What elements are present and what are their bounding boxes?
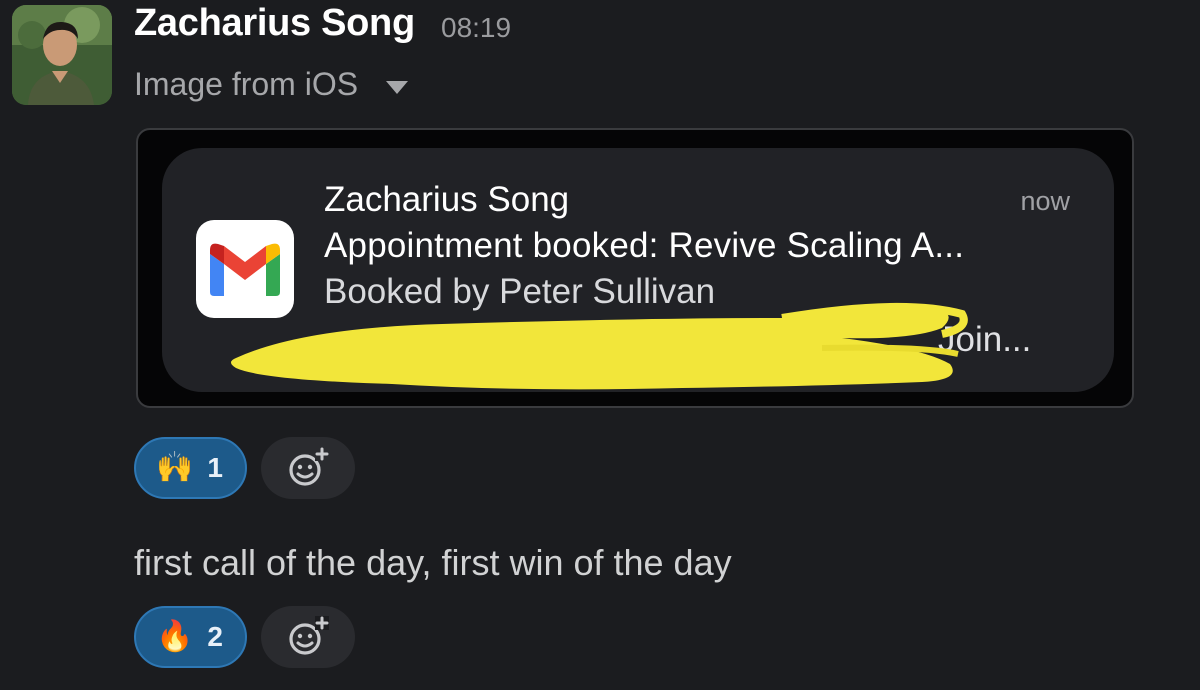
message-view: Zacharius Song 08:19 Image from iOS Zach…	[0, 0, 1200, 690]
add-reaction-button[interactable]	[260, 437, 355, 499]
sender-name[interactable]: Zacharius Song	[134, 2, 415, 45]
file-title: Image from iOS	[134, 66, 359, 102]
redaction-scribble	[231, 302, 968, 390]
image-reactions: 🙌 1	[134, 437, 355, 499]
avatar[interactable]	[12, 5, 112, 105]
notification-sender: Zacharius Song	[324, 180, 570, 219]
add-emoji-icon	[289, 616, 329, 655]
notification-subject: Appointment booked: Revive Scaling A...	[324, 226, 965, 265]
message-timestamp[interactable]: 08:19	[441, 12, 511, 44]
message-reactions: 🔥 2	[134, 606, 355, 668]
raised-hands-icon: 🙌	[156, 451, 194, 484]
avatar-photo	[12, 5, 112, 105]
image-attachment[interactable]: Zacharius Song now Appointment booked: R…	[136, 128, 1134, 408]
add-emoji-icon	[289, 447, 329, 486]
reaction-count: 2	[207, 621, 223, 652]
fire-icon: 🔥	[156, 620, 194, 653]
add-reaction-button[interactable]	[260, 606, 355, 668]
message-text: first call of the day, first win of the …	[134, 542, 732, 583]
file-label: Image from iOS	[134, 66, 409, 103]
notification-time: now	[1020, 186, 1070, 216]
chevron-down-icon[interactable]	[386, 81, 409, 94]
reaction-fire[interactable]: 🔥 2	[134, 606, 247, 668]
reaction-raised-hands[interactable]: 🙌 1	[134, 437, 247, 499]
notification-card: Zacharius Song now Appointment booked: R…	[162, 148, 1114, 392]
reaction-count: 1	[207, 452, 223, 483]
